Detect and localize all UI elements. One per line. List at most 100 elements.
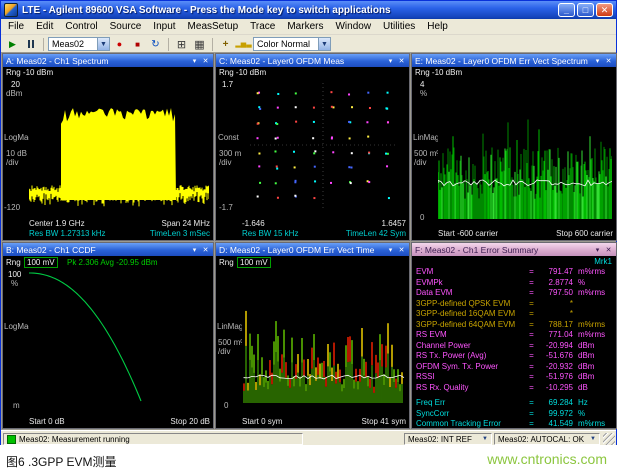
panel-menu-icon[interactable]: ▾ bbox=[386, 57, 395, 65]
reference-status-cell[interactable]: Meas02: INT REF ▼ bbox=[404, 433, 492, 445]
panel-menu-icon[interactable]: ▾ bbox=[190, 246, 199, 254]
maximize-button[interactable]: □ bbox=[577, 3, 594, 17]
range-label: Rng -10 dBm bbox=[6, 68, 53, 77]
markers-button[interactable]: + bbox=[217, 37, 234, 52]
menu-item-file[interactable]: File bbox=[2, 20, 30, 34]
panel-evm-time: D: Meas02 - Layer0 OFDM Err Vect Time ▾ … bbox=[215, 242, 410, 429]
close-button[interactable]: ✕ bbox=[596, 3, 613, 17]
menu-item-control[interactable]: Control bbox=[59, 20, 103, 34]
resize-grip[interactable] bbox=[603, 433, 615, 445]
play-button[interactable]: ▶ bbox=[4, 37, 21, 52]
restart-icon: ↻ bbox=[151, 39, 159, 50]
menu-item-utilities[interactable]: Utilities bbox=[377, 20, 421, 34]
menu-item-trace[interactable]: Trace bbox=[244, 20, 281, 34]
pause-icon bbox=[28, 40, 34, 48]
x-stop-label: Stop 600 carrier bbox=[556, 229, 613, 238]
panel-ccdf-header[interactable]: B: Meas02 - Ch1 CCDF ▾ ✕ bbox=[3, 243, 213, 256]
panel-title: E: Meas02 - Layer0 OFDM Err Vect Spectru… bbox=[415, 55, 591, 67]
vsa-window: LTE - Agilent 89600 VSA Software - Press… bbox=[0, 0, 617, 445]
x-stop-label: Stop 20 dB bbox=[170, 417, 210, 426]
panel-evm-spectrum-header[interactable]: E: Meas02 - Layer0 OFDM Err Vect Spectru… bbox=[412, 54, 616, 67]
y-unit-label: % bbox=[11, 279, 18, 288]
timelen-label: TimeLen 42 Sym bbox=[346, 229, 406, 238]
center-freq-label: Center 1.9 GHz bbox=[29, 219, 85, 228]
stop-button[interactable]: ■ bbox=[129, 37, 146, 52]
menu-item-input[interactable]: Input bbox=[147, 20, 181, 34]
y-min-label: m bbox=[13, 401, 20, 410]
caption-strip: 图6 .3GPP EVM测量 www.cntronics.com bbox=[0, 445, 617, 473]
x-start-label: Start 0 sym bbox=[242, 417, 282, 426]
running-indicator-icon bbox=[7, 435, 16, 444]
menu-item-window[interactable]: Window bbox=[329, 20, 377, 34]
panel-ccdf-body: Rng 100 mV Pk 2.306 Avg -20.95 dBm 100 %… bbox=[3, 256, 213, 428]
status-bar: Meas02: Measurement running Meas02: INT … bbox=[1, 430, 616, 446]
measurement-select-value: Meas02 bbox=[52, 39, 84, 49]
y-max-label: 100 bbox=[8, 270, 21, 279]
per-div-label2: /div bbox=[218, 347, 230, 356]
panel-close-icon[interactable]: ✕ bbox=[397, 57, 406, 65]
pause-button[interactable] bbox=[22, 37, 39, 52]
panel-menu-icon[interactable]: ▾ bbox=[593, 246, 602, 254]
panel-menu-icon[interactable]: ▾ bbox=[386, 246, 395, 254]
record-button[interactable]: ● bbox=[111, 37, 128, 52]
panel-evm-time-body: Rng 100 mV LinMag 500 m% /div 0 Trial Li… bbox=[216, 256, 409, 428]
menu-item-source[interactable]: Source bbox=[104, 20, 148, 34]
menu-item-edit[interactable]: Edit bbox=[30, 20, 59, 34]
menu-bar: FileEditControlSourceInputMeasSetupTrace… bbox=[1, 19, 616, 35]
restart-button[interactable]: ↻ bbox=[147, 37, 164, 52]
panel-menu-icon[interactable]: ▾ bbox=[190, 57, 199, 65]
error-summary-row: Freq Err=69.284Hz bbox=[413, 398, 615, 409]
panel-close-icon[interactable]: ✕ bbox=[201, 246, 210, 254]
panel-close-icon[interactable]: ✕ bbox=[201, 57, 210, 65]
chevron-down-icon[interactable]: ▼ bbox=[318, 38, 330, 50]
error-summary-row: RS Rx. Quality=-10.295dB bbox=[413, 383, 615, 394]
y-min-label: -1.7 bbox=[219, 203, 233, 212]
panel-menu-icon[interactable]: ▾ bbox=[593, 57, 602, 65]
y-max-label: 20 bbox=[11, 80, 20, 89]
panel-error-summary-header[interactable]: F: Meas02 - Ch1 Error Summary ▾ ✕ bbox=[412, 243, 616, 256]
error-summary-row: SyncCorr=99.972% bbox=[413, 409, 615, 420]
resbw-footer: Res BW 1.27313 kHz TimeLen 3 mSec bbox=[29, 229, 210, 238]
trace-button[interactable]: ▂▅▃ bbox=[235, 37, 252, 52]
panel-title: C: Meas02 - Layer0 OFDM Meas bbox=[219, 55, 384, 67]
chevron-down-icon[interactable]: ▼ bbox=[97, 38, 109, 50]
panel-evm-time-header[interactable]: D: Meas02 - Layer0 OFDM Err Vect Time ▾ … bbox=[216, 243, 409, 256]
menu-item-markers[interactable]: Markers bbox=[281, 20, 329, 34]
constellation-plot bbox=[242, 79, 405, 215]
color-mode-value: Color Normal bbox=[257, 39, 310, 49]
measurement-status-text: Meas02: Measurement running bbox=[19, 435, 130, 444]
panel-constellation-header[interactable]: C: Meas02 - Layer0 OFDM Meas ▾ ✕ bbox=[216, 54, 409, 67]
error-summary-row: EVM=791.47m%rms bbox=[413, 267, 615, 278]
panel-close-icon[interactable]: ✕ bbox=[397, 246, 406, 254]
range-value: 100 mV bbox=[237, 257, 271, 268]
menu-item-help[interactable]: Help bbox=[421, 20, 454, 34]
per-div-label: 10 dB bbox=[6, 149, 27, 158]
panel-spectrum-header[interactable]: A: Meas02 - Ch1 Spectrum ▾ ✕ bbox=[3, 54, 213, 67]
autocal-status-cell[interactable]: Meas02: AUTOCAL: OK ▼ bbox=[494, 433, 600, 445]
panel-close-icon[interactable]: ✕ bbox=[604, 57, 613, 65]
panel-spectrum-body: Rng -10 dBm 20 dBm LogMag 10 dB /div -12… bbox=[3, 67, 213, 240]
per-div-label: 300 m bbox=[219, 149, 241, 158]
error-summary-row: OFDM Sym. Tx. Power=-20.932dBm bbox=[413, 362, 615, 373]
y-min-label: 0 bbox=[420, 213, 424, 222]
scale-label: LinMag bbox=[413, 133, 439, 142]
color-mode-select[interactable]: Color Normal ▼ bbox=[253, 37, 331, 51]
panel-constellation: C: Meas02 - Layer0 OFDM Meas ▾ ✕ Rng -10… bbox=[215, 53, 410, 241]
panel-evm-spectrum-body: Rng -10 dBm 4 % LinMag 500 m% /div 0 Tri… bbox=[412, 67, 616, 240]
minimize-button[interactable]: _ bbox=[558, 3, 575, 17]
range-label: Rng -10 dBm bbox=[219, 68, 266, 77]
measurement-select[interactable]: Meas02 ▼ bbox=[48, 37, 110, 51]
x-start-label: Start -600 carrier bbox=[438, 229, 498, 238]
menu-item-meassetup[interactable]: MeasSetup bbox=[182, 20, 245, 34]
chevron-down-icon[interactable]: ▼ bbox=[590, 436, 596, 442]
chevron-down-icon[interactable]: ▼ bbox=[482, 436, 488, 442]
title-bar[interactable]: LTE - Agilent 89600 VSA Software - Press… bbox=[1, 1, 616, 19]
panel-close-icon[interactable]: ✕ bbox=[604, 246, 613, 254]
layout-stacked-button[interactable]: ▦ bbox=[191, 37, 208, 52]
y-unit-label: dBm bbox=[6, 89, 22, 98]
marker-column-label: Mrk1 bbox=[594, 257, 612, 266]
axis-footer: Center 1.9 GHz Span 24 MHz bbox=[29, 219, 210, 228]
error-summary-row: Data EVM=797.50m%rms bbox=[413, 288, 615, 299]
layout-grid-button[interactable]: ⊞ bbox=[173, 37, 190, 52]
axis-footer: Start 0 dB Stop 20 dB bbox=[29, 417, 210, 426]
